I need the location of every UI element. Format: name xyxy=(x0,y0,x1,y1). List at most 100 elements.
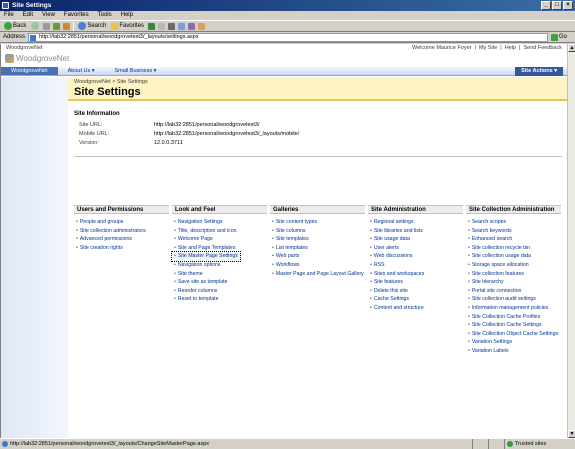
close-button[interactable]: × xyxy=(563,1,573,10)
settings-link[interactable]: Site Collection Cache Settings xyxy=(466,321,561,330)
welcome-menu[interactable]: Welcome Maurice Foyer xyxy=(412,44,472,53)
column-heading: Site Administration xyxy=(368,205,463,214)
search-button[interactable]: Search xyxy=(77,21,107,31)
messenger-icon[interactable] xyxy=(198,22,206,30)
mail-icon[interactable] xyxy=(158,22,166,30)
settings-link[interactable]: Sites and workspaces xyxy=(368,270,463,279)
settings-link[interactable]: Save site as template xyxy=(172,278,267,287)
breadcrumb[interactable]: WoodgroveNet > Site Settings xyxy=(74,79,148,85)
settings-link[interactable]: Enhanced search xyxy=(466,235,561,244)
settings-link[interactable]: List templates xyxy=(270,244,365,253)
settings-link[interactable]: Site collection usage data xyxy=(466,252,561,261)
settings-link[interactable]: Site columns xyxy=(270,227,365,236)
settings-link[interactable]: Navigation Settings xyxy=(172,218,267,227)
vertical-scrollbar[interactable]: ▲ ▼ xyxy=(567,44,575,438)
settings-link[interactable]: Site collection audit settings xyxy=(466,295,561,304)
settings-link[interactable]: Search scopes xyxy=(466,218,561,227)
settings-link[interactable]: Web discussions xyxy=(368,252,463,261)
settings-link[interactable]: Cache Settings xyxy=(368,295,463,304)
scroll-up-icon[interactable]: ▲ xyxy=(568,44,575,52)
menu-edit[interactable]: Edit xyxy=(23,11,33,20)
menu-help[interactable]: Help xyxy=(121,11,133,20)
menu-favorites[interactable]: Favorites xyxy=(64,11,89,20)
address-input[interactable]: http://lab32:2851/personal/woodgrovetest… xyxy=(28,32,549,42)
menu-file[interactable]: File xyxy=(4,11,14,20)
my-site-link[interactable]: My Site xyxy=(479,44,497,53)
security-zone: Trusted sites xyxy=(505,439,575,449)
settings-link[interactable]: Master Page and Page Layout Gallery xyxy=(270,270,365,279)
settings-link[interactable]: Workflows xyxy=(270,261,365,270)
site-name-link[interactable]: WoodgroveNet xyxy=(6,45,43,51)
go-button[interactable]: Go xyxy=(551,33,567,41)
search-icon xyxy=(78,22,87,30)
site-actions-button[interactable]: Site Actions ▾ xyxy=(515,67,563,76)
settings-link[interactable]: Site collection administrators xyxy=(74,227,169,236)
settings-link[interactable]: Content and structure xyxy=(368,304,463,313)
settings-link[interactable]: Title, description and icon xyxy=(172,227,267,236)
print-icon[interactable] xyxy=(168,22,176,30)
settings-link[interactable]: Site hierarchy xyxy=(466,278,561,287)
settings-link[interactable]: Site collection features xyxy=(466,270,561,279)
site-collection-administration-column: Site Collection Administration Search sc… xyxy=(466,205,561,356)
status-bar: http://lab32:2851/personal/woodgrovetest… xyxy=(0,438,575,449)
settings-link[interactable]: Portal site connection xyxy=(466,287,561,296)
site-master-page-settings-link[interactable]: Site Master Page Settings xyxy=(171,251,241,262)
settings-link[interactable]: Site creation rights xyxy=(74,244,169,253)
toolbar-separator xyxy=(73,21,75,31)
history-icon[interactable] xyxy=(148,22,156,30)
settings-link[interactable]: Delete this site xyxy=(368,287,463,296)
send-feedback-link[interactable]: Send Feedback xyxy=(523,44,562,53)
settings-link[interactable]: Site templates xyxy=(270,235,365,244)
edit-icon[interactable] xyxy=(178,22,186,30)
settings-link[interactable]: User alerts xyxy=(368,244,463,253)
refresh-icon[interactable] xyxy=(53,22,61,30)
settings-link[interactable]: Site Collection Object Cache Settings xyxy=(466,330,561,339)
menu-tools[interactable]: Tools xyxy=(98,11,112,20)
site-logo[interactable]: WoodgroveNet xyxy=(5,54,69,63)
help-link[interactable]: Help xyxy=(505,44,516,53)
tab-about-us[interactable]: About Us ▾ xyxy=(58,67,105,75)
menu-view[interactable]: View xyxy=(42,11,55,20)
home-icon[interactable] xyxy=(63,22,71,30)
settings-link[interactable]: Reset to template xyxy=(172,295,267,304)
settings-columns: Users and Permissions People and groups … xyxy=(74,205,562,356)
settings-link[interactable]: Welcome Page xyxy=(172,235,267,244)
settings-link[interactable]: Reorder columns xyxy=(172,287,267,296)
settings-link[interactable]: Site Collection Cache Profiles xyxy=(466,313,561,322)
settings-link[interactable]: Site and Page Templates xyxy=(172,244,267,253)
settings-link[interactable]: Variation Settings xyxy=(466,338,561,347)
go-arrow-icon xyxy=(551,33,559,41)
forward-button[interactable] xyxy=(30,21,40,31)
settings-link[interactable]: Search keywords xyxy=(466,227,561,236)
settings-link[interactable]: Site content types xyxy=(270,218,365,227)
site-information-heading: Site Information xyxy=(74,111,120,117)
favorites-button[interactable]: Favorites xyxy=(110,21,145,31)
maximize-button[interactable]: □ xyxy=(552,1,562,10)
column-heading: Site Collection Administration xyxy=(466,205,561,214)
settings-link[interactable]: Advanced permissions xyxy=(74,235,169,244)
settings-link[interactable]: Regional settings xyxy=(368,218,463,227)
settings-link[interactable]: Site usage data xyxy=(368,235,463,244)
settings-link[interactable]: Variation Labels xyxy=(466,347,561,356)
scroll-down-icon[interactable]: ▼ xyxy=(568,430,575,438)
page-title: Site Settings xyxy=(74,86,141,98)
galleries-column: Galleries Site content types Site column… xyxy=(270,205,365,356)
settings-link[interactable]: Information management policies xyxy=(466,304,561,313)
tab-woodgrovenet[interactable]: WoodgroveNet xyxy=(1,67,58,75)
back-button[interactable]: Back xyxy=(3,21,27,31)
settings-link[interactable]: Site features xyxy=(368,278,463,287)
settings-link[interactable]: RSS xyxy=(368,261,463,270)
users-permissions-column: Users and Permissions People and groups … xyxy=(74,205,169,356)
minimize-button[interactable]: _ xyxy=(541,1,551,10)
settings-link[interactable]: Site libraries and lists xyxy=(368,227,463,236)
settings-link[interactable]: Site theme xyxy=(172,270,267,279)
stop-icon[interactable] xyxy=(43,22,51,30)
settings-link[interactable]: Web parts xyxy=(270,252,365,261)
settings-link[interactable]: Site collection recycle bin xyxy=(466,244,561,253)
discuss-icon[interactable] xyxy=(188,22,196,30)
tab-small-business[interactable]: Small Business ▾ xyxy=(105,67,167,75)
settings-link[interactable]: Navigation options xyxy=(172,261,267,270)
version-row: Version: 12.0.0.3711 xyxy=(79,140,183,146)
settings-link[interactable]: Storage space allocation xyxy=(466,261,561,270)
settings-link[interactable]: People and groups xyxy=(74,218,169,227)
